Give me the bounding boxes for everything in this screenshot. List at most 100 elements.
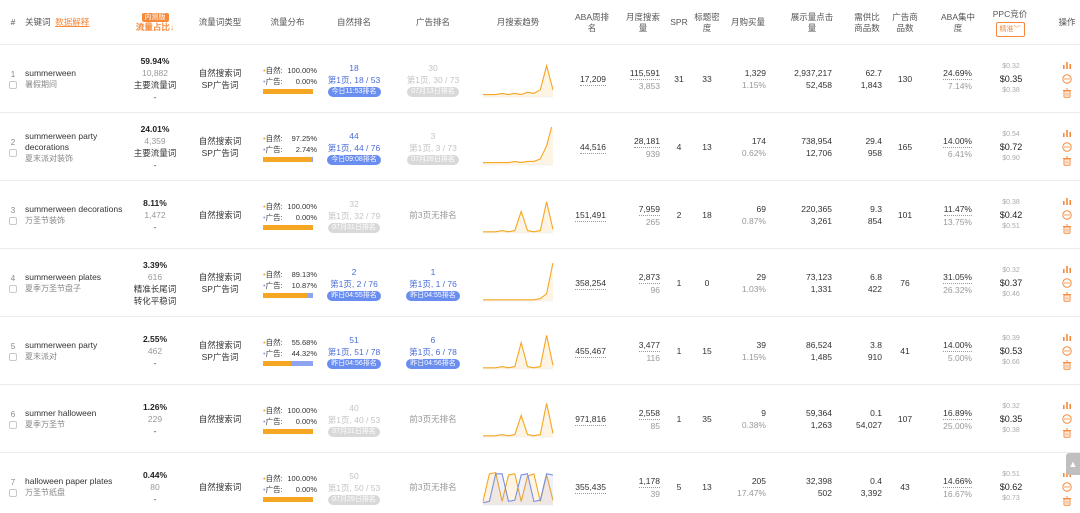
aba-concentration-value[interactable]: 16.89% [943, 407, 972, 420]
header-aba-rank[interactable]: ABA周排名 [572, 0, 612, 45]
ppc-match-select[interactable]: 精准﹀ [995, 21, 1025, 37]
data-explain-link[interactable]: 数据解释 [55, 17, 89, 28]
search-trend-sparkline[interactable] [481, 263, 555, 303]
aba-rank-value[interactable]: 17,209 [580, 73, 606, 86]
header-title-density[interactable]: 标题密度 [694, 0, 720, 45]
row-checkbox[interactable] [9, 217, 17, 225]
bar-chart-icon[interactable] [1062, 264, 1072, 274]
header-ad-products[interactable]: 广告商品数 [890, 0, 920, 45]
header-spr[interactable]: SPR [668, 0, 690, 45]
aba-rank-value[interactable]: 355,435 [575, 481, 606, 494]
scroll-to-top-button[interactable]: ▲ [1066, 453, 1080, 475]
search-trend-sparkline[interactable] [481, 399, 555, 439]
row-checkbox[interactable] [9, 353, 17, 361]
delete-icon[interactable] [1062, 496, 1072, 506]
header-monthly-purchase[interactable]: 月购买量 [726, 0, 770, 45]
bar-chart-icon[interactable] [1062, 196, 1072, 206]
aba-rank-value[interactable]: 151,491 [575, 209, 606, 222]
header-aba-concentration[interactable]: ABA集中度 [938, 0, 978, 45]
keyword-text[interactable]: summer halloween [25, 408, 96, 419]
bar-chart-icon[interactable] [1062, 128, 1072, 138]
natural-rank[interactable]: 2 第1页, 2 / 76 昨日04:55排名 [322, 249, 386, 317]
ad-rank[interactable]: 前3页无排名 [398, 181, 468, 249]
row-checkbox[interactable] [9, 285, 17, 293]
keyword-text[interactable]: summerween plates [25, 272, 101, 283]
more-options-icon[interactable] [1062, 482, 1072, 492]
aba-rank-value[interactable]: 971,816 [575, 413, 606, 426]
aba-concentration-value[interactable]: 14.66% [943, 475, 972, 488]
ad-rank[interactable]: 1 第1页, 1 / 76 昨日04:55排名 [398, 249, 468, 317]
ad-rank[interactable]: 前3页无排名 [398, 385, 468, 453]
delete-icon[interactable] [1062, 156, 1072, 166]
aba-concentration-value[interactable]: 11.47% [943, 203, 972, 216]
bar-chart-icon[interactable] [1062, 60, 1072, 70]
product-count-value: 854 [867, 216, 882, 226]
spr-value: 2 [676, 210, 682, 220]
search-trend-sparkline[interactable] [481, 331, 555, 371]
monthly-search-value[interactable]: 2,873 [638, 271, 660, 284]
row-checkbox[interactable] [9, 421, 17, 429]
natural-rank-time-pill: 07月29日排名 [328, 494, 380, 505]
keyword-text[interactable]: summerween decorations [25, 204, 122, 215]
table-row: 5 summerween party 夏末派对 2.55% 462 - 自然搜索… [0, 317, 1080, 385]
search-trend-sparkline[interactable] [481, 467, 555, 507]
ad-rank-detail: 第1页, 3 / 73 [409, 142, 457, 153]
natural-rank[interactable]: 40 第1页, 40 / 53 07月31日排名 [322, 385, 386, 453]
aba-concentration-value[interactable]: 14.00% [943, 339, 972, 352]
delete-icon[interactable] [1062, 292, 1072, 302]
share-percent: 3.39% [142, 260, 168, 270]
ad-rank[interactable]: 前3页无排名 [398, 453, 468, 513]
ad-rank[interactable]: 6 第1页, 6 / 78 昨日04:56排名 [398, 317, 468, 385]
monthly-search-value[interactable]: 28,181 [634, 135, 660, 148]
keyword-text[interactable]: halloween paper plates [25, 476, 112, 487]
ad-rank[interactable]: 30 第1页, 30 / 73 07月13日排名 [398, 45, 468, 113]
delete-icon[interactable] [1062, 428, 1072, 438]
aba-rank-value[interactable]: 358,254 [575, 277, 606, 290]
more-options-icon[interactable] [1062, 210, 1072, 220]
header-supply-ratio[interactable]: 需供比商品数 [852, 0, 882, 45]
natural-rank[interactable]: 32 第1页, 32 / 79 07月31日排名 [322, 181, 386, 249]
keyword-text[interactable]: summerween party [25, 340, 97, 351]
keyword-text[interactable]: summerween party decorations [25, 131, 127, 153]
bar-chart-icon[interactable] [1062, 400, 1072, 410]
more-options-icon[interactable] [1062, 346, 1072, 356]
more-options-icon[interactable] [1062, 414, 1072, 424]
monthly-search-value[interactable]: 1,178 [638, 475, 660, 488]
keyword-translation: 夏末派对 [25, 352, 57, 361]
keyword-translation: 夏季万圣节 [25, 420, 65, 429]
natural-rank[interactable]: 18 第1页, 18 / 53 今日11:53排名 [322, 45, 386, 113]
natural-rank[interactable]: 50 第1页, 50 / 53 07月29日排名 [322, 453, 386, 513]
delete-icon[interactable] [1062, 88, 1072, 98]
more-options-icon[interactable] [1062, 142, 1072, 152]
delete-icon[interactable] [1062, 360, 1072, 370]
aba-rank-value[interactable]: 44,516 [580, 141, 606, 154]
delete-icon[interactable] [1062, 224, 1072, 234]
aba-rank-value[interactable]: 455,467 [575, 345, 606, 358]
row-checkbox[interactable] [9, 489, 17, 497]
header-type: 流量词类型 [198, 17, 242, 27]
keyword-text[interactable]: summerween [25, 68, 76, 79]
search-trend-sparkline[interactable] [481, 195, 555, 235]
monthly-search-value[interactable]: 3,477 [638, 339, 660, 352]
header-impressions[interactable]: 展示量点击量 [790, 0, 834, 45]
header-monthly-search[interactable]: 月度搜索量 [622, 0, 664, 45]
share-count: 229 [147, 414, 163, 424]
natural-rank[interactable]: 44 第1页, 44 / 76 今日09:08排名 [322, 113, 386, 181]
header-share[interactable]: 内测版 流量占比↓ [125, 0, 185, 45]
aba-concentration-value[interactable]: 24.69% [943, 67, 972, 80]
monthly-search-value[interactable]: 115,591 [629, 67, 660, 80]
search-trend-sparkline[interactable] [481, 59, 555, 99]
search-trend-sparkline[interactable] [481, 127, 555, 167]
monthly-search-value[interactable]: 7,959 [638, 203, 660, 216]
row-checkbox[interactable] [9, 81, 17, 89]
bar-chart-icon[interactable] [1062, 332, 1072, 342]
aba-concentration-value[interactable]: 31.05% [943, 271, 972, 284]
natural-rank[interactable]: 51 第1页, 51 / 78 昨日04:56排名 [322, 317, 386, 385]
more-options-icon[interactable] [1062, 278, 1072, 288]
monthly-search-value[interactable]: 2,558 [638, 407, 660, 420]
aba-concentration-value[interactable]: 14.00% [943, 135, 972, 148]
daily-search-value: 3,853 [638, 80, 660, 91]
more-options-icon[interactable] [1062, 74, 1072, 84]
ad-rank[interactable]: 3 第1页, 3 / 73 07月28日排名 [398, 113, 468, 181]
row-checkbox[interactable] [9, 149, 17, 157]
